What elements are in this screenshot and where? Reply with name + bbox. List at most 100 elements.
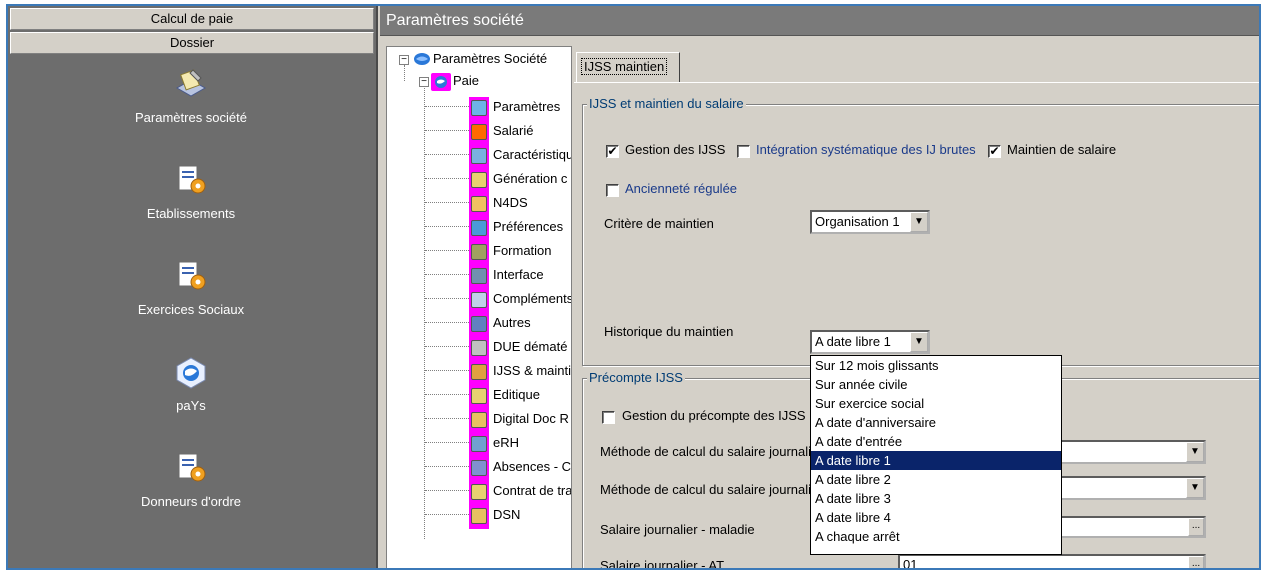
nav-item-label: Paramètres société (135, 110, 247, 125)
group-legend: Précompte IJSS (587, 370, 685, 385)
anciennete-label: Ancienneté régulée (625, 181, 738, 196)
group-legend: IJSS et maintien du salaire (587, 96, 746, 111)
dropdown-option[interactable]: Sur année civile (811, 375, 1061, 394)
tree-item-icon (471, 436, 487, 452)
tree-item-icon (471, 196, 487, 212)
tree-item[interactable]: Digital Doc R (493, 411, 569, 426)
chevron-down-icon[interactable]: ▼ (1186, 478, 1204, 498)
tree-item[interactable]: Formation (493, 243, 552, 258)
tree-item[interactable]: IJSS & mainti (493, 363, 571, 378)
company-settings-icon (414, 53, 430, 65)
gestion-ijss-label: Gestion des IJSS (625, 142, 726, 157)
nav-header-calcul-de-paie[interactable]: Calcul de paie (10, 8, 374, 30)
tree-item[interactable]: Autres (493, 315, 531, 330)
tree-item[interactable]: DSN (493, 507, 520, 522)
left-navigation-bar: Calcul de paie Dossier Paramètres sociét… (8, 6, 378, 568)
tree-item[interactable]: Editique (493, 387, 540, 402)
nav-item-exercices-sociaux[interactable]: Exercices Sociaux (8, 258, 374, 317)
tree-item-icon (471, 364, 487, 380)
tree-collapse-toggle[interactable]: − (419, 77, 429, 87)
tree-node-paie[interactable]: Paie (453, 73, 479, 88)
tree-item-icon (471, 172, 487, 188)
tree-item[interactable]: N4DS (493, 195, 528, 210)
tab-ijss-maintien[interactable]: IJSS maintien (576, 52, 680, 82)
nav-item-pays[interactable]: paYs (8, 354, 374, 413)
tree-item[interactable]: Préférences (493, 219, 563, 234)
maintien-salaire-label: Maintien de salaire (1007, 142, 1117, 157)
tree-item[interactable]: Génération c (493, 171, 567, 186)
tree-item-icon (471, 316, 487, 332)
nav-item-label: Etablissements (146, 206, 236, 221)
tree-item-icon (471, 460, 487, 476)
tab-label: IJSS maintien (581, 58, 668, 75)
gestion-precompte-label: Gestion du précompte des IJSS (622, 408, 806, 423)
tree-item-icon (471, 148, 487, 164)
chevron-down-icon[interactable]: ▼ (1186, 442, 1204, 462)
salaire-at-value: 01 (903, 557, 918, 570)
tree-item[interactable]: eRH (493, 435, 519, 450)
gestion-precompte-checkbox[interactable] (602, 411, 615, 424)
tree-item-icon (471, 388, 487, 404)
critere-maintien-select[interactable]: Organisation 1 ▼ (810, 210, 930, 234)
ellipsis-button[interactable]: ... (1188, 556, 1204, 568)
dropdown-option[interactable]: Sur 12 mois glissants (811, 356, 1061, 375)
critere-maintien-label: Critère de maintien (604, 216, 714, 231)
integration-ij-checkbox[interactable] (737, 145, 750, 158)
tree-item[interactable]: DUE dématé (493, 339, 567, 354)
tree-item[interactable]: Interface (493, 267, 544, 282)
historique-maintien-label: Historique du maintien (604, 324, 734, 339)
tree-item[interactable]: Paramètres (493, 99, 560, 114)
tree-item[interactable]: Caractéristiqu (493, 147, 571, 162)
critere-maintien-value: Organisation 1 (815, 214, 900, 229)
document-gear-icon (178, 453, 206, 482)
globe-cube-icon (176, 357, 206, 389)
tree-item-icon (471, 508, 487, 524)
tree-item-icon (471, 484, 487, 500)
tree-item-icon (471, 100, 487, 116)
nav-item-label: paYs (176, 398, 206, 413)
nav-header-dossier[interactable]: Dossier (10, 32, 374, 54)
dropdown-option[interactable]: A date d'entrée (811, 432, 1061, 451)
tree-item[interactable]: Compléments (493, 291, 571, 306)
historique-maintien-dropdown[interactable]: Sur 12 mois glissants Sur année civile Sur… (810, 355, 1062, 555)
tree-item[interactable]: Contrat de tra (493, 483, 571, 498)
tree-item[interactable]: Absences - C (493, 459, 571, 474)
tree-item-icon (471, 244, 487, 260)
chevron-down-icon[interactable]: ▼ (910, 332, 928, 352)
anciennete-checkbox[interactable] (606, 184, 619, 197)
historique-maintien-select[interactable]: A date libre 1 ▼ (810, 330, 930, 354)
salaire-at-field[interactable]: 01 ... (898, 554, 1206, 570)
gestion-ijss-checkbox[interactable]: ✔ (606, 145, 619, 158)
dropdown-option[interactable]: A date d'anniversaire (811, 413, 1061, 432)
salaire-at-label: Salaire journalier - AT (600, 558, 725, 570)
nav-item-etablissements[interactable]: Etablissements (8, 162, 374, 221)
document-gear-icon (178, 165, 206, 194)
nav-item-label: Donneurs d'ordre (140, 494, 242, 509)
dropdown-option[interactable]: A date libre 4 (811, 508, 1061, 527)
tree-item-icon (471, 340, 487, 356)
dropdown-option[interactable]: A date libre 3 (811, 489, 1061, 508)
dropdown-option[interactable]: A date libre 2 (811, 470, 1061, 489)
historique-maintien-value: A date libre 1 (815, 334, 891, 349)
ellipsis-button[interactable]: ... (1188, 518, 1204, 536)
dropdown-option[interactable]: A chaque arrêt (811, 527, 1061, 546)
methode-calcul-label-2: Méthode de calcul du salaire journalier (600, 482, 823, 497)
settings-wrench-icon (175, 69, 207, 97)
tree-item-icon (471, 412, 487, 428)
maintien-salaire-checkbox[interactable]: ✔ (988, 145, 1001, 158)
app-frame: Calcul de paie Dossier Paramètres sociét… (6, 4, 1261, 570)
paie-icon (431, 73, 451, 91)
chevron-down-icon[interactable]: ▼ (910, 212, 928, 232)
nav-item-parametres-societe[interactable]: Paramètres société (8, 66, 374, 125)
content-panel: IJSS maintien IJSS et maintien du salair… (574, 46, 1259, 570)
tree-item[interactable]: Salarié (493, 123, 533, 138)
tree-collapse-toggle[interactable]: − (399, 55, 409, 65)
dropdown-option[interactable]: A date libre 1 (811, 451, 1061, 470)
integration-ij-label: Intégration systématique des IJ brutes (756, 142, 976, 157)
tree-item-icon (471, 220, 487, 236)
nav-item-donneurs-d-ordre[interactable]: Donneurs d'ordre (8, 450, 374, 509)
settings-tree[interactable]: − Paramètres Société − Paie Paramètres Sa… (386, 46, 572, 568)
tree-item-icon (471, 124, 487, 140)
dropdown-option[interactable]: Sur exercice social (811, 394, 1061, 413)
tree-node-root[interactable]: Paramètres Société (433, 51, 547, 66)
